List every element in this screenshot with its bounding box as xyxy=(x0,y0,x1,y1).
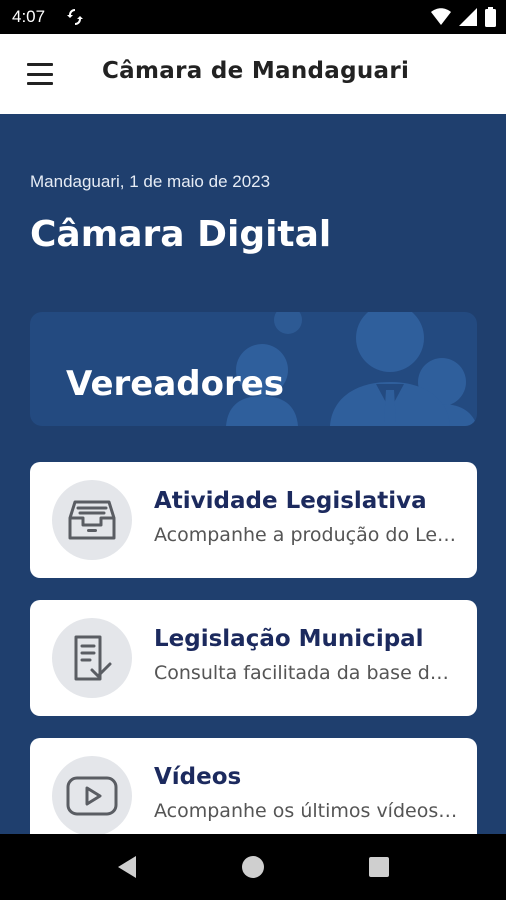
home-icon[interactable] xyxy=(238,852,268,882)
battery-icon xyxy=(485,7,496,27)
back-icon[interactable] xyxy=(112,852,142,882)
video-play-icon xyxy=(52,756,132,834)
card-videos[interactable]: Vídeos Acompanhe os últimos vídeos publi… xyxy=(30,738,477,834)
status-bar: 4:07 xyxy=(0,0,506,34)
status-time: 4:07 xyxy=(12,7,46,26)
status-icons xyxy=(431,7,496,27)
date-line: Mandaguari, 1 de maio de 2023 xyxy=(30,172,271,191)
banner-title: Vereadores xyxy=(66,364,285,404)
card-subtitle: Acompanhe os últimos vídeos publicados xyxy=(154,800,460,822)
signal-icon xyxy=(459,8,477,26)
app-bar: Câmara de Mandaguari xyxy=(0,34,506,114)
card-title: Legislação Municipal xyxy=(154,626,424,652)
recents-icon[interactable] xyxy=(364,852,394,882)
vereadores-banner[interactable]: Vereadores xyxy=(30,312,477,426)
inbox-tray-icon xyxy=(52,480,132,560)
navigation-bar xyxy=(0,834,506,900)
app-title: Câmara de Mandaguari xyxy=(102,58,410,84)
card-title: Atividade Legislativa xyxy=(154,488,427,514)
hamburger-menu-icon[interactable] xyxy=(22,60,58,88)
main-content: Mandaguari, 1 de maio de 2023 Câmara Dig… xyxy=(0,114,506,834)
card-subtitle: Acompanhe a produção do Legislativo xyxy=(154,524,460,546)
page-title: Câmara Digital xyxy=(30,214,332,255)
sync-icon xyxy=(67,9,83,25)
card-legislacao-municipal[interactable]: Legislação Municipal Consulta facilitada… xyxy=(30,600,477,716)
card-title: Vídeos xyxy=(154,764,242,790)
card-atividade-legislativa[interactable]: Atividade Legislativa Acompanhe a produç… xyxy=(30,462,477,578)
wifi-icon xyxy=(431,8,451,25)
card-subtitle: Consulta facilitada da base de dados xyxy=(154,662,460,684)
document-check-icon xyxy=(52,618,132,698)
